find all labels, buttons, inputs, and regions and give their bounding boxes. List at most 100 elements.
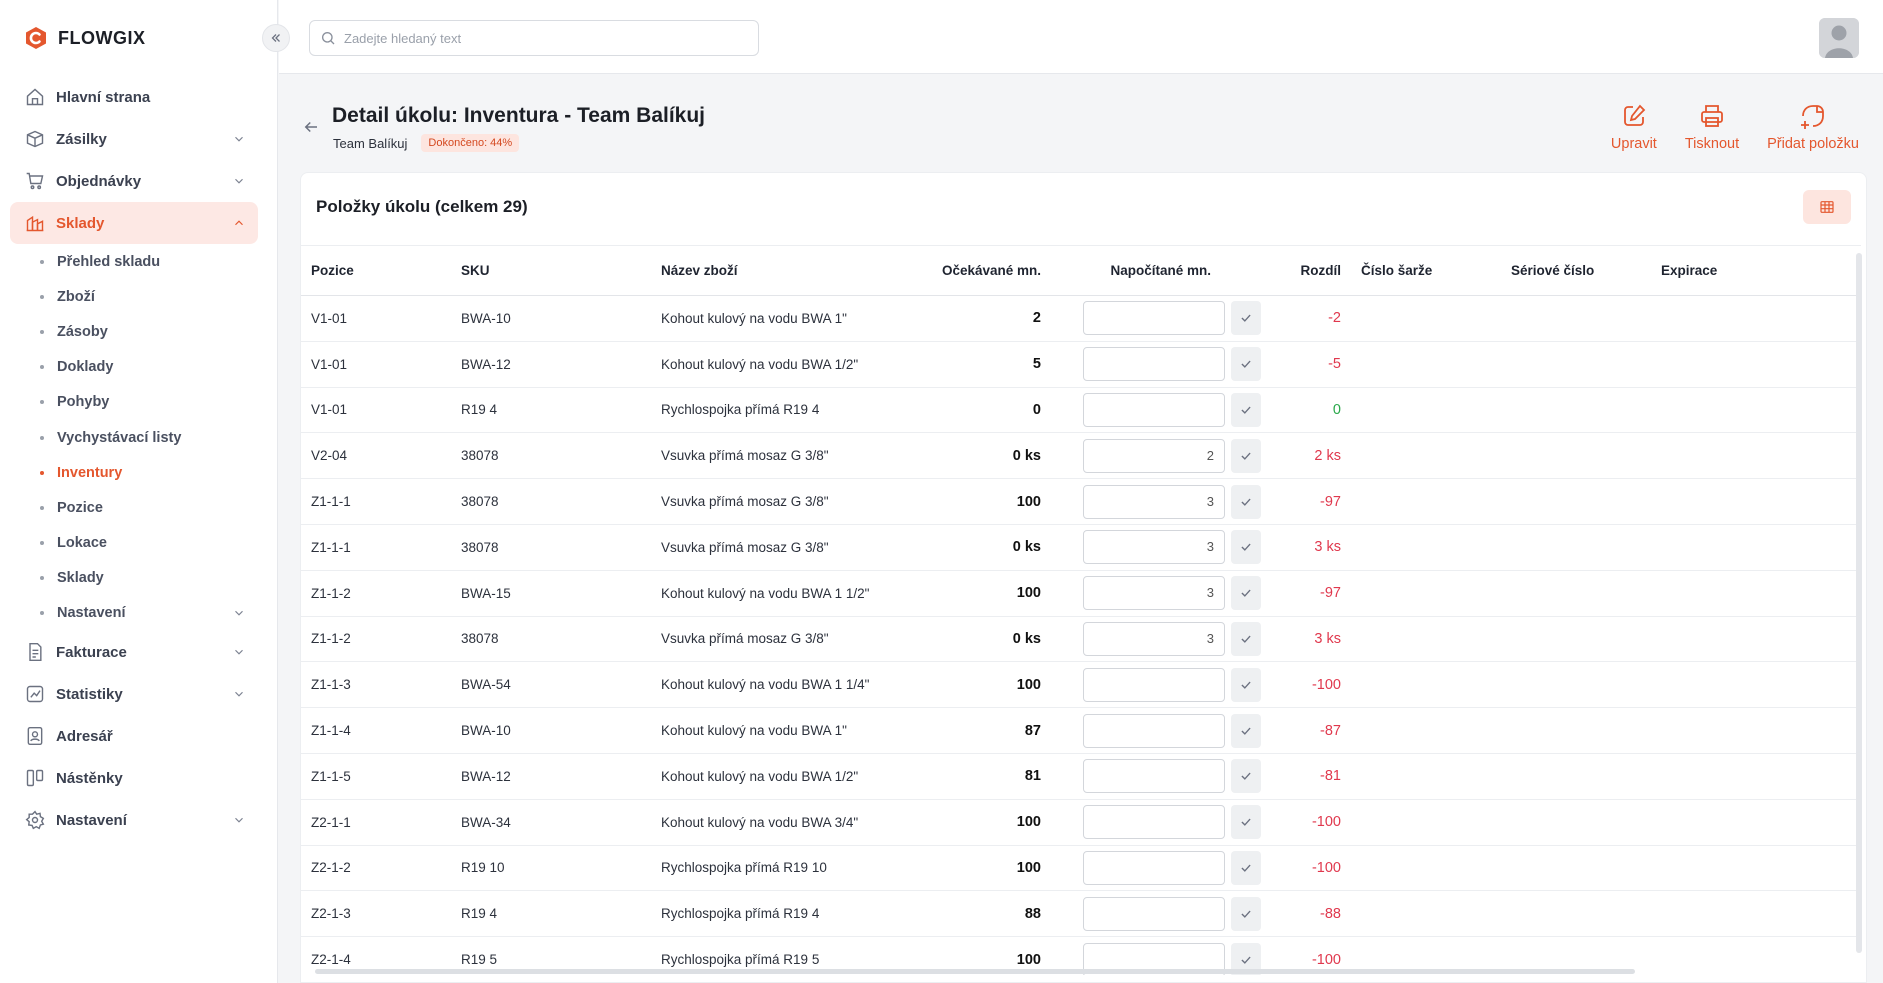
col-header-counted[interactable]: Napočítané mn. <box>1051 245 1271 296</box>
submenu-item-overview[interactable]: Přehled skladu <box>40 244 258 279</box>
confirm-count-button[interactable] <box>1231 438 1261 473</box>
submenu-item-warehouses[interactable]: Sklady <box>40 561 258 596</box>
check-icon <box>1241 406 1251 414</box>
cell-serial <box>1501 616 1651 663</box>
avatar[interactable] <box>1819 18 1859 58</box>
cell-serial <box>1501 478 1651 525</box>
sidebar-collapse-button[interactable] <box>262 24 290 52</box>
search-input[interactable] <box>344 30 744 46</box>
sidebar-item-invoicing[interactable]: Fakturace <box>10 631 258 673</box>
sidebar-item-boards[interactable]: Nástěnky <box>10 757 258 799</box>
check-icon <box>1241 589 1251 598</box>
cell-batch <box>1351 524 1501 571</box>
counted-quantity-input[interactable] <box>1083 896 1225 931</box>
sidebar-item-contacts[interactable]: Adresář <box>10 715 258 757</box>
submenu-item-locations[interactable]: Lokace <box>40 526 258 561</box>
confirm-count-button[interactable] <box>1231 301 1261 336</box>
counted-quantity-input[interactable]: 3 <box>1083 576 1225 611</box>
search-box[interactable] <box>309 20 759 56</box>
cell-counted: 3 <box>1051 616 1271 663</box>
horizontal-scrollbar[interactable] <box>315 969 1635 974</box>
counted-quantity-input[interactable] <box>1083 347 1225 382</box>
confirm-count-button[interactable] <box>1231 713 1261 748</box>
sidebar-item-label: Statistiky <box>56 685 123 703</box>
check-icon <box>1241 498 1251 506</box>
cell-batch <box>1351 570 1501 617</box>
col-header-serial[interactable]: Sériové číslo <box>1501 245 1651 296</box>
confirm-count-button[interactable] <box>1231 896 1261 931</box>
print-label: Tisknout <box>1684 136 1740 152</box>
cell-position: Z2-1-2 <box>301 845 451 892</box>
counted-quantity-input[interactable] <box>1083 805 1225 840</box>
confirm-count-button[interactable] <box>1231 530 1261 565</box>
col-header-difference[interactable]: Rozdíl <box>1271 245 1351 296</box>
sidebar-item-shipments[interactable]: Zásilky <box>10 118 258 160</box>
add-item-button[interactable]: Přidat položku <box>1767 102 1859 152</box>
cell-position: V1-01 <box>301 387 451 434</box>
cell-difference: -100 <box>1271 661 1351 709</box>
confirm-count-button[interactable] <box>1231 576 1261 611</box>
confirm-count-button[interactable] <box>1231 484 1261 519</box>
page-subtitle: Team Balíkuj Dokončeno: 44% <box>333 134 520 152</box>
boards-icon <box>24 767 46 789</box>
counted-quantity-input[interactable] <box>1083 759 1225 794</box>
cell-difference: -100 <box>1271 845 1351 892</box>
edit-button[interactable]: Upravit <box>1611 102 1657 152</box>
cell-expiry <box>1651 524 1861 571</box>
cell-counted: 3 <box>1051 570 1271 617</box>
cell-counted: 3 <box>1051 524 1271 571</box>
confirm-count-button[interactable] <box>1231 392 1261 427</box>
cell-expected: 88 <box>921 890 1051 938</box>
counted-quantity-input[interactable] <box>1083 667 1225 702</box>
confirm-count-button[interactable] <box>1231 621 1261 656</box>
counted-quantity-input[interactable]: 3 <box>1083 530 1225 565</box>
sidebar-item-warehouses[interactable]: Sklady <box>10 202 258 244</box>
counted-quantity-input[interactable]: 3 <box>1083 621 1225 656</box>
counted-quantity-input[interactable] <box>1083 392 1225 427</box>
sidebar-item-home[interactable]: Hlavní strana <box>10 76 258 118</box>
col-header-expected[interactable]: Očekávané mn. <box>921 245 1051 296</box>
submenu-item-settings[interactable]: Nastavení <box>40 596 258 631</box>
submenu-item-positions[interactable]: Pozice <box>40 490 258 525</box>
back-button[interactable] <box>302 118 322 138</box>
confirm-count-button[interactable] <box>1231 347 1261 382</box>
cell-sku: BWA-10 <box>451 295 651 342</box>
logo[interactable]: FLOWGIX <box>24 26 146 50</box>
cell-difference: 0 <box>1271 387 1351 434</box>
print-button[interactable]: Tisknout <box>1685 102 1739 152</box>
cell-sku: 38078 <box>451 478 651 525</box>
counted-quantity-input[interactable]: 3 <box>1083 484 1225 519</box>
table-view-button[interactable] <box>1803 190 1851 224</box>
cell-batch <box>1351 295 1501 342</box>
sidebar-item-orders[interactable]: Objednávky <box>10 160 258 202</box>
vertical-scrollbar[interactable] <box>1856 253 1862 953</box>
col-header-batch[interactable]: Číslo šarže <box>1351 245 1501 296</box>
submenu-item-movements[interactable]: Pohyby <box>40 385 258 420</box>
cell-counted <box>1051 661 1271 709</box>
submenu-item-stock[interactable]: Zásoby <box>40 314 258 349</box>
check-icon <box>1241 452 1251 460</box>
cell-difference: 3 ks <box>1271 524 1351 571</box>
sidebar-item-settings[interactable]: Nastavení <box>10 799 258 841</box>
cell-difference: -88 <box>1271 890 1351 938</box>
sidebar-item-statistics[interactable]: Statistiky <box>10 673 258 715</box>
submenu-item-picking-lists[interactable]: Vychystávací listy <box>40 420 258 455</box>
counted-quantity-input[interactable] <box>1083 301 1225 336</box>
confirm-count-button[interactable] <box>1231 667 1261 702</box>
counted-quantity-input[interactable] <box>1083 713 1225 748</box>
counted-quantity-input[interactable] <box>1083 850 1225 885</box>
submenu-item-documents[interactable]: Doklady <box>40 350 258 385</box>
confirm-count-button[interactable] <box>1231 759 1261 794</box>
col-header-sku[interactable]: SKU <box>451 245 651 296</box>
items-table-container[interactable]: Pozice SKU Název zboží Očekávané mn. Nap… <box>301 245 1861 975</box>
search-icon <box>322 32 335 45</box>
submenu-item-inventories[interactable]: Inventury <box>40 455 258 490</box>
cell-expected: 81 <box>921 753 1051 800</box>
counted-quantity-input[interactable]: 2 <box>1083 438 1225 473</box>
confirm-count-button[interactable] <box>1231 805 1261 840</box>
col-header-position[interactable]: Pozice <box>301 245 451 296</box>
col-header-expiry[interactable]: Expirace <box>1651 245 1861 296</box>
submenu-item-goods[interactable]: Zboží <box>40 279 258 314</box>
col-header-name[interactable]: Název zboží <box>651 245 921 296</box>
confirm-count-button[interactable] <box>1231 850 1261 885</box>
